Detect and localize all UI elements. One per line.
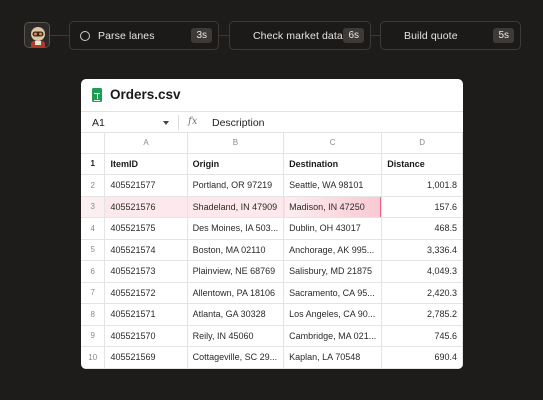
- table-cell[interactable]: 405521572: [104, 282, 188, 304]
- table-cell[interactable]: Los Angeles, CA 90...: [283, 303, 383, 326]
- table-cell[interactable]: 2,785.2: [381, 303, 463, 326]
- header-cell[interactable]: ItemID: [104, 153, 188, 175]
- table-cell[interactable]: Shadeland, IN 47909: [187, 196, 285, 218]
- table-cell[interactable]: Plainview, NE 68769: [187, 260, 285, 283]
- pipeline: Parse lanes 3s Check market data 6s Buil…: [0, 0, 543, 72]
- table-cell[interactable]: 745.6: [381, 325, 463, 347]
- step-duration-badge: 5s: [493, 28, 514, 43]
- row-number[interactable]: 7: [81, 282, 106, 304]
- divider: [178, 115, 179, 130]
- table-header-row: 1 ItemID Origin Destination Distance: [81, 153, 463, 175]
- step-check-market-data[interactable]: Check market data 6s: [229, 21, 371, 50]
- column-header[interactable]: D: [381, 133, 463, 154]
- row-number[interactable]: 2: [81, 174, 106, 197]
- data-grid: A B C D 1 ItemID Origin Destination Dist…: [81, 133, 463, 369]
- row-number[interactable]: 10: [81, 346, 106, 369]
- table-cell[interactable]: 405521570: [104, 325, 188, 347]
- pipeline-connector: [371, 35, 380, 36]
- header-cell[interactable]: Destination: [283, 153, 383, 175]
- table-cell[interactable]: Salisbury, MD 21875: [283, 260, 383, 283]
- table-row: 8 405521571 Atlanta, GA 30328 Los Angele…: [81, 303, 463, 326]
- table-cell[interactable]: Atlanta, GA 30328: [187, 303, 285, 326]
- column-header[interactable]: A: [104, 133, 188, 154]
- column-header-row: A B C D: [81, 133, 463, 154]
- pipeline-connector: [219, 35, 229, 36]
- table-cell[interactable]: 405521574: [104, 239, 188, 261]
- table-row: 7 405521572 Allentown, PA 18106 Sacramen…: [81, 282, 463, 304]
- step-duration-badge: 6s: [343, 28, 364, 43]
- row-number[interactable]: 4: [81, 217, 106, 240]
- table-cell[interactable]: 1,001.8: [381, 174, 463, 197]
- step-duration-badge: 3s: [191, 28, 212, 43]
- row-number[interactable]: 8: [81, 303, 106, 326]
- header-cell[interactable]: Origin: [187, 153, 285, 175]
- step-label: Build quote: [404, 29, 458, 42]
- agent-avatar: [24, 22, 50, 48]
- table-row: 2 405521577 Portland, OR 97219 Seattle, …: [81, 174, 463, 197]
- table-cell[interactable]: 405521577: [104, 174, 188, 197]
- table-cell[interactable]: Madison, IN 47250: [283, 196, 383, 218]
- cell-reference[interactable]: A1: [92, 117, 105, 129]
- table-cell[interactable]: 157.6: [381, 196, 463, 218]
- table-cell[interactable]: 405521575: [104, 217, 188, 240]
- function-icon: fx: [188, 116, 198, 127]
- spreadsheet-panel: Orders.csv A1 fx Description A B C D 1 I…: [81, 79, 463, 369]
- workflow-frame: Parse lanes 3s Check market data 6s Buil…: [0, 0, 543, 400]
- table-row: 5 405521574 Boston, MA 02110 Anchorage, …: [81, 239, 463, 261]
- table-cell[interactable]: 405521576: [104, 196, 188, 218]
- header-cell[interactable]: Distance: [381, 153, 463, 175]
- table-cell[interactable]: Des Moines, IA 503...: [187, 217, 285, 240]
- table-cell[interactable]: 405521573: [104, 260, 188, 283]
- table-cell[interactable]: 405521571: [104, 303, 188, 326]
- table-cell[interactable]: Anchorage, AK 995...: [283, 239, 383, 261]
- step-label: Parse lanes: [98, 29, 155, 42]
- spinner-icon: [80, 30, 90, 41]
- row-number[interactable]: 5: [81, 239, 106, 261]
- table-cell[interactable]: Cottageville, SC 29...: [187, 346, 285, 369]
- column-header[interactable]: B: [187, 133, 285, 154]
- row-number[interactable]: 3: [81, 196, 106, 218]
- table-row: 10 405521569 Cottageville, SC 29... Kapl…: [81, 346, 463, 369]
- step-build-quote[interactable]: Build quote 5s: [380, 21, 521, 50]
- row-number[interactable]: 9: [81, 325, 106, 347]
- table-cell[interactable]: Portland, OR 97219: [187, 174, 285, 197]
- formula-bar: A1 fx Description: [81, 111, 463, 133]
- chevron-down-icon[interactable]: [163, 121, 169, 125]
- formula-input[interactable]: Description: [212, 117, 265, 129]
- table-row: 9 405521570 Reily, IN 45060 Cambridge, M…: [81, 325, 463, 347]
- table-row-highlighted: 3 405521576 Shadeland, IN 47909 Madison,…: [81, 196, 463, 218]
- table-row: 6 405521573 Plainview, NE 68769 Salisbur…: [81, 260, 463, 283]
- spreadsheet-file-icon: [92, 88, 102, 102]
- table-cell[interactable]: 405521569: [104, 346, 188, 369]
- table-cell[interactable]: Dublin, OH 43017: [283, 217, 383, 240]
- table-cell[interactable]: Kaplan, LA 70548: [283, 346, 383, 369]
- table-cell[interactable]: 690.4: [381, 346, 463, 369]
- row-number[interactable]: 1: [81, 153, 106, 175]
- table-cell[interactable]: Seattle, WA 98101: [283, 174, 383, 197]
- step-label: Check market data: [253, 29, 343, 42]
- table-cell[interactable]: 2,420.3: [381, 282, 463, 304]
- table-cell[interactable]: Sacramento, CA 95...: [283, 282, 383, 304]
- corner-cell[interactable]: [81, 133, 106, 154]
- column-header[interactable]: C: [283, 133, 383, 154]
- table-cell[interactable]: Allentown, PA 18106: [187, 282, 285, 304]
- table-row: 4 405521575 Des Moines, IA 503... Dublin…: [81, 217, 463, 240]
- table-cell[interactable]: 468.5: [381, 217, 463, 240]
- robot-avatar-icon: [25, 23, 49, 47]
- row-number[interactable]: 6: [81, 260, 106, 283]
- table-cell[interactable]: Cambridge, MA 021...: [283, 325, 383, 347]
- sheet-title-bar: Orders.csv: [81, 79, 463, 111]
- table-cell[interactable]: 4,049.3: [381, 260, 463, 283]
- table-cell[interactable]: 3,336.4: [381, 239, 463, 261]
- pipeline-connector: [50, 35, 69, 36]
- table-cell[interactable]: Boston, MA 02110: [187, 239, 285, 261]
- table-cell[interactable]: Reily, IN 45060: [187, 325, 285, 347]
- step-parse-lanes[interactable]: Parse lanes 3s: [69, 21, 219, 50]
- file-name: Orders.csv: [110, 87, 181, 102]
